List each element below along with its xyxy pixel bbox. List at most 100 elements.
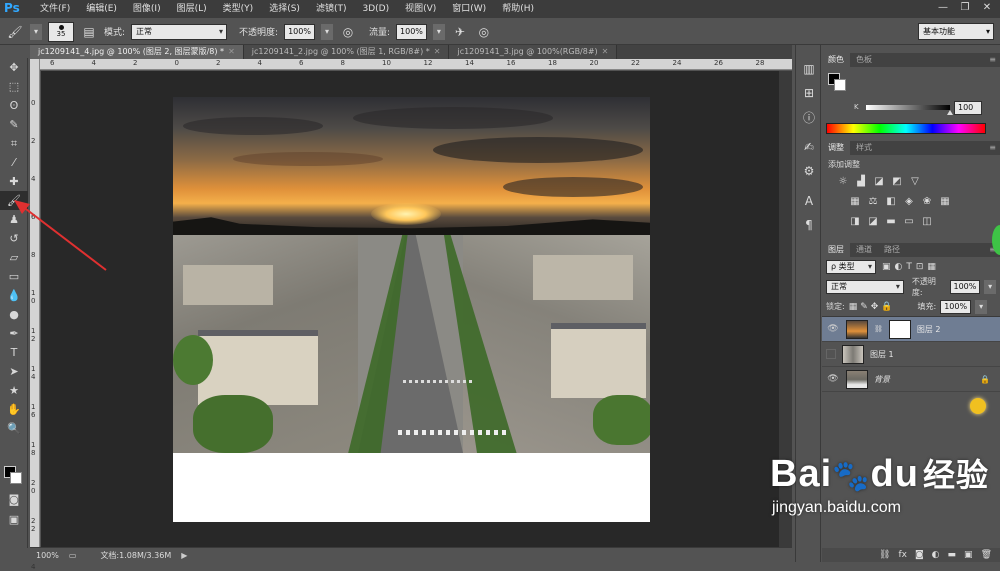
- blur-tool-icon[interactable]: 💧: [0, 286, 28, 305]
- flow-input[interactable]: 100%: [396, 23, 427, 40]
- tab-paths[interactable]: 路径: [878, 243, 906, 257]
- background-color-swatch[interactable]: [10, 472, 22, 484]
- lightbulb-icon[interactable]: [970, 398, 986, 414]
- new-layer-icon[interactable]: ▣: [964, 548, 973, 562]
- properties-panel-icon[interactable]: ⓘ: [796, 105, 822, 129]
- restore-button[interactable]: ❐: [954, 0, 976, 16]
- fill-dropdown[interactable]: ▾: [975, 299, 988, 314]
- screen-mode-icon[interactable]: ▣: [0, 510, 28, 529]
- brush-tool-icon[interactable]: 🖌: [6, 23, 24, 41]
- brush-size-picker[interactable]: 35: [48, 21, 74, 42]
- channel-value-input[interactable]: 100: [954, 101, 982, 115]
- fill-input[interactable]: 100%: [940, 299, 972, 314]
- channel-slider[interactable]: [866, 105, 950, 110]
- brush-panel-icon[interactable]: ▤: [80, 23, 98, 41]
- new-group-icon[interactable]: ▬: [948, 548, 957, 562]
- menu-layer[interactable]: 图层(L): [169, 0, 215, 18]
- doc-tab[interactable]: jc1209141_3.jpg @ 100%(RGB/8#) ✕: [449, 45, 618, 59]
- blend-mode-select[interactable]: 正常: [826, 280, 904, 294]
- character-panel-icon[interactable]: A: [796, 189, 822, 213]
- link-icon[interactable]: ⛓: [874, 325, 883, 333]
- hue-sat-icon[interactable]: ▦: [848, 196, 862, 208]
- actions-panel-icon[interactable]: ⊞: [796, 81, 822, 105]
- lasso-tool-icon[interactable]: ʘ: [0, 96, 28, 115]
- tab-color[interactable]: 颜色: [822, 53, 850, 67]
- app-logo[interactable]: Ps: [4, 1, 26, 17]
- menu-window[interactable]: 窗口(W): [444, 0, 494, 18]
- close-icon[interactable]: ✕: [602, 47, 609, 56]
- new-adjustment-icon[interactable]: ◐: [932, 548, 940, 562]
- menu-file[interactable]: 文件(F): [32, 0, 78, 18]
- curves-icon[interactable]: ◪: [872, 176, 886, 188]
- posterize-icon[interactable]: ◪: [866, 216, 880, 228]
- color-lookup-icon[interactable]: ▦: [938, 196, 952, 208]
- channel-slider-thumb[interactable]: [947, 110, 953, 115]
- layer-row[interactable]: 👁 ⛓ 图层 2: [822, 317, 1000, 342]
- delete-layer-icon[interactable]: 🗑: [981, 548, 992, 562]
- link-layers-icon[interactable]: ⛓: [879, 548, 890, 562]
- path-select-tool-icon[interactable]: ➤: [0, 362, 28, 381]
- workspace-select[interactable]: 基本功能: [918, 23, 994, 40]
- pen-tool-icon[interactable]: ✒: [0, 324, 28, 343]
- black-white-icon[interactable]: ◧: [884, 196, 898, 208]
- status-menu-arrow-icon[interactable]: ▶: [181, 551, 187, 560]
- eyedropper-tool-icon[interactable]: ⁄: [0, 153, 28, 172]
- document-canvas[interactable]: [173, 97, 650, 522]
- menu-help[interactable]: 帮助(H): [494, 0, 542, 18]
- menu-type[interactable]: 类型(Y): [215, 0, 262, 18]
- fx-icon[interactable]: fx: [898, 548, 907, 562]
- eye-icon[interactable]: 👁: [826, 324, 840, 334]
- color-spectrum[interactable]: [826, 123, 986, 134]
- color-bg-swatch[interactable]: [834, 79, 846, 91]
- airbrush-icon[interactable]: ✈: [451, 23, 469, 41]
- layer-row[interactable]: 👁 背景 🔒: [822, 367, 1000, 392]
- shape-tool-icon[interactable]: ★: [0, 381, 28, 400]
- mode-select[interactable]: 正常: [131, 23, 228, 40]
- photo-filter-icon[interactable]: ◈: [902, 196, 916, 208]
- opacity-dropdown[interactable]: ▾: [320, 23, 333, 40]
- close-button[interactable]: ✕: [976, 0, 998, 16]
- crop-tool-icon[interactable]: ⌗: [0, 134, 28, 153]
- tab-swatches[interactable]: 色板: [850, 53, 878, 67]
- opacity-input[interactable]: 100%: [284, 23, 315, 40]
- pressure-opacity-icon[interactable]: ◎: [339, 23, 357, 41]
- selective-color-icon[interactable]: ◫: [920, 216, 934, 228]
- tab-layers[interactable]: 图层: [822, 243, 850, 257]
- tab-adjustments[interactable]: 调整: [822, 141, 850, 155]
- status-icon[interactable]: ▭: [69, 551, 77, 560]
- tab-channels[interactable]: 通道: [850, 243, 878, 257]
- gradient-map-icon[interactable]: ▭: [902, 216, 916, 228]
- close-icon[interactable]: ✕: [228, 47, 235, 56]
- quick-mask-icon[interactable]: ◙: [0, 490, 28, 509]
- menu-filter[interactable]: 滤镜(T): [308, 0, 355, 18]
- eye-hidden-icon[interactable]: [826, 349, 836, 359]
- flow-dropdown[interactable]: ▾: [432, 23, 445, 40]
- exposure-icon[interactable]: ◩: [890, 176, 904, 188]
- menu-view[interactable]: 视图(V): [397, 0, 444, 18]
- layer-filter-icons[interactable]: ▣◐T⊡▦: [882, 262, 940, 272]
- invert-icon[interactable]: ◨: [848, 216, 862, 228]
- color-balance-icon[interactable]: ⚖: [866, 196, 880, 208]
- lock-icons[interactable]: ▦✎✥🔒: [849, 302, 896, 312]
- dodge-tool-icon[interactable]: ●: [0, 305, 28, 324]
- tool-preset-dropdown[interactable]: ▾: [30, 23, 42, 40]
- eye-icon[interactable]: 👁: [826, 374, 840, 384]
- doc-tab[interactable]: jc1209141_4.jpg @ 100% (图层 2, 图层蒙版/8) * ✕: [30, 45, 244, 59]
- vibrance-icon[interactable]: ▽: [908, 176, 922, 188]
- pressure-size-icon[interactable]: ◎: [475, 23, 493, 41]
- levels-icon[interactable]: ▟: [854, 176, 868, 188]
- layer-opacity-input[interactable]: 100%: [949, 280, 981, 294]
- layer-filter-select[interactable]: ρ 类型: [826, 260, 876, 274]
- type-tool-icon[interactable]: T: [0, 343, 28, 362]
- brightness-icon[interactable]: ☼: [836, 176, 850, 188]
- zoom-tool-icon[interactable]: 🔍: [0, 419, 28, 438]
- hand-tool-icon[interactable]: ✋: [0, 400, 28, 419]
- panel-menu-icon[interactable]: ≡: [989, 53, 1000, 67]
- quick-select-tool-icon[interactable]: ✎: [0, 115, 28, 134]
- menu-select[interactable]: 选择(S): [261, 0, 308, 18]
- panel-menu-icon[interactable]: ≡: [989, 141, 1000, 155]
- move-tool-icon[interactable]: ✥: [0, 58, 28, 77]
- brush-presets-icon[interactable]: ✍: [796, 135, 822, 159]
- layer-row[interactable]: 图层 1: [822, 342, 1000, 367]
- history-panel-icon[interactable]: ▥: [796, 57, 822, 81]
